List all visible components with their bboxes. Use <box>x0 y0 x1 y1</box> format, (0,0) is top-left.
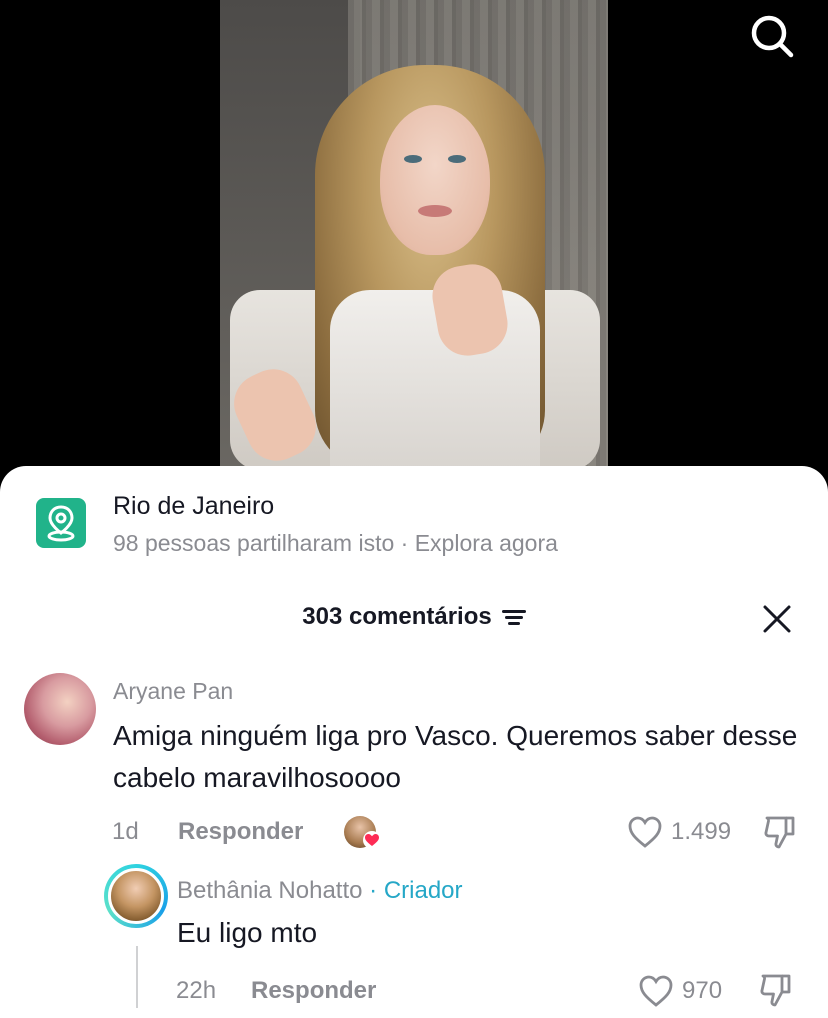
close-icon[interactable] <box>760 602 794 636</box>
video-eye-right <box>448 155 466 163</box>
reply-author[interactable]: Bethânia Nohatto · Criador <box>177 877 463 905</box>
video-person-face <box>380 105 490 255</box>
heart-icon <box>363 831 381 849</box>
dislike-icon[interactable] <box>762 814 798 850</box>
comment-text: Amiga ninguém liga pro Vasco. Queremos s… <box>113 720 798 793</box>
video-lips <box>418 205 452 217</box>
video-player[interactable] <box>220 0 608 470</box>
like-count: 1.499 <box>671 818 732 845</box>
location-subtitle[interactable]: 98 pessoas partilharam isto · Explora ag… <box>113 530 558 557</box>
like-count: 970 <box>682 977 723 1004</box>
search-icon[interactable] <box>748 12 796 60</box>
thread-line <box>136 946 138 1008</box>
location-pin-icon[interactable] <box>36 498 86 548</box>
location-title[interactable]: Rio de Janeiro <box>113 492 274 521</box>
reply-author-name[interactable]: Bethânia Nohatto <box>177 877 362 904</box>
reply-text: Eu ligo mto <box>177 917 318 948</box>
dislike-icon[interactable] <box>758 972 794 1008</box>
reply-time: 22h <box>176 977 217 1004</box>
like-icon[interactable] <box>638 974 674 1008</box>
avatar[interactable] <box>108 868 164 924</box>
comment-author[interactable]: Aryane Pan <box>113 678 233 705</box>
reply-button[interactable]: Responder <box>251 977 376 1005</box>
avatar[interactable] <box>24 673 96 745</box>
comments-header: 303 comentários <box>0 603 828 631</box>
filter-icon[interactable] <box>501 607 526 627</box>
comments-count: 303 comentários <box>302 603 492 630</box>
like-icon[interactable] <box>627 815 663 849</box>
creator-badge: · Criador <box>369 877 463 904</box>
video-eye-left <box>404 155 422 163</box>
reply-button[interactable]: Responder <box>178 818 303 846</box>
comment-time: 1d <box>112 818 139 845</box>
